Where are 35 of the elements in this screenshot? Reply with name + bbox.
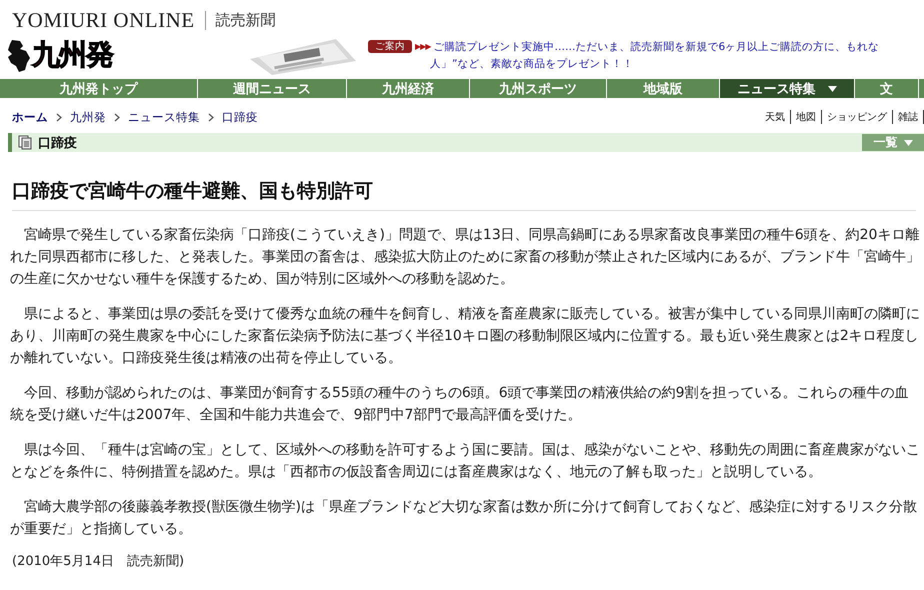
caret-icon bbox=[904, 140, 912, 146]
article-paragraph: 宮崎大農学部の後藤義孝教授(獣医微生物学)は「県産ブランドなど大切な家畜は数か所に分けて飼育しておくなど、感染症に対するリスク分散が重要だ」と指摘している。 bbox=[10, 498, 918, 539]
quick-link[interactable]: 天気 bbox=[760, 110, 791, 124]
section-logo[interactable]: 九州発 bbox=[32, 36, 113, 74]
article-paragraph: 宮崎県で発生している家畜伝染病「口蹄疫(こうていえき)」問題で、県は13日、同県高鍋町にある県家畜改良事業団の種牛6頭を、約20キロ離れた同県西都市に移した、と発表した。事業団の畜舎は、感染拡大防止のために家畜の移動が禁止された区域内にあるが、ブランド牛「宮崎牛」の生産に欠かせない種牛を保護するため、国が特別に区域外への移動を認めた。 bbox=[10, 226, 920, 289]
newspaper-name[interactable]: 読売新聞 bbox=[204, 10, 276, 30]
notice-badge: ご案内 bbox=[368, 40, 412, 53]
promo-text[interactable]: 人」”など、素敵な商品をプレゼント！！ bbox=[430, 56, 880, 70]
article-paragraph: 今回、移動が認められたのは、事業団が飼育する55頭の種牛のうちの6頭。6頭で事業団の精液供給の約9割を担っている。これらの種牛の血統を受け継いだ牛は2007年、全国和牛能力共進会で、9部門中7部門で最高評価を受けた。 bbox=[10, 384, 910, 425]
nav-tab[interactable]: 九州スポーツ bbox=[470, 79, 607, 98]
document-icon bbox=[18, 135, 32, 150]
breadcrumb-link[interactable]: ニュース特集 bbox=[128, 110, 200, 124]
nav-tab[interactable]: ニュース特集 bbox=[720, 79, 855, 98]
breadcrumb-link[interactable]: 口蹄疫 bbox=[222, 110, 258, 124]
arrow-marks: ▶▶▶ bbox=[415, 42, 430, 51]
chevron-icon bbox=[56, 112, 62, 122]
site-logo[interactable]: YOMIURI ONLINE bbox=[12, 8, 195, 32]
article-paragraph: 県は今回、「種牛は宮崎の宝」として、区域外への移動を許可するよう国に要請。国は、感染がないことや、移動先の周囲に畜産農家がないことなどを条件に、特例措置を認めた。県は「西都市の仮設畜舎周辺には畜産農家はなく、地元の了解も取った」と説明している。 bbox=[10, 441, 920, 482]
nav-tab[interactable]: 文 bbox=[855, 79, 919, 98]
article-title: 口蹄疫で宮崎牛の種牛避難、国も特別許可 bbox=[12, 178, 916, 211]
chevron-icon bbox=[114, 112, 120, 122]
kyushu-map-icon bbox=[6, 38, 32, 72]
nav-tab[interactable]: 九州発トップ bbox=[0, 79, 198, 98]
breadcrumb-link[interactable]: 九州発 bbox=[70, 110, 106, 124]
quick-link[interactable]: 地図 bbox=[791, 110, 822, 124]
nav-tab[interactable]: 週間ニュース bbox=[198, 79, 347, 98]
quick-link[interactable]: 雑誌 bbox=[893, 110, 924, 124]
breadcrumb-link[interactable]: ホーム bbox=[12, 110, 48, 124]
chevron-icon bbox=[208, 112, 214, 122]
section-title: 口蹄疫 bbox=[38, 134, 77, 152]
promo-text[interactable]: ご購読プレゼント実施中……ただいま、読売新聞を新規で6ヶ月以上ご購読の方に、もれな bbox=[433, 40, 880, 54]
quick-link[interactable]: ショッピング bbox=[822, 110, 893, 124]
dateline: (2010年5月14日 読売新聞) bbox=[12, 553, 186, 570]
nav-tab[interactable]: 九州経済 bbox=[347, 79, 470, 98]
article-paragraph: 県によると、事業団は県の委託を受けて優秀な血統の種牛を飼育し、精液を畜産農家に販売している。被害が集中している同県川南町の隣町にあり、川南町の発生農家を中心にした家畜伝染病予防法に基づく半径10キロ圏の移動制限区域内に位置する。最も近い発生農家とは2キロ程度しか離れていない。口蹄疫発生後は精液の出荷を停止している。 bbox=[10, 305, 920, 368]
